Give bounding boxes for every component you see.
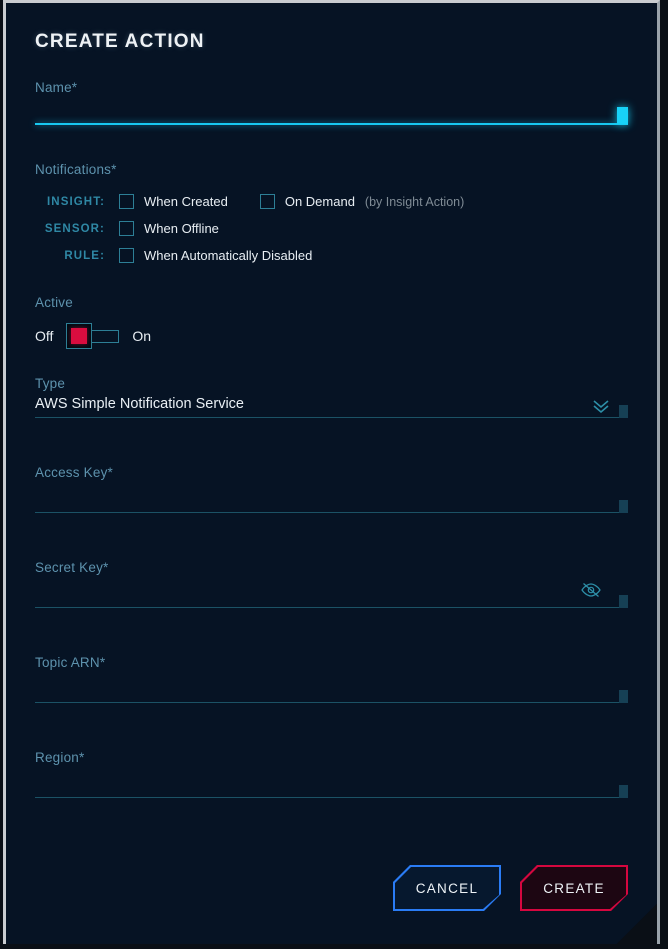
cancel-button-label: CANCEL: [415, 880, 479, 896]
field-type: Type AWS Simple Notification Service: [35, 376, 628, 418]
toggle-off-label: Off: [35, 328, 54, 344]
field-topic-arn: Topic ARN*: [35, 655, 628, 703]
checkbox-when-created[interactable]: [119, 194, 134, 209]
notifications-group: Notifications* INSIGHT: When Created On …: [35, 162, 628, 269]
notification-row-sensor: SENSOR: When Offline: [35, 215, 628, 242]
secret-key-input[interactable]: [35, 575, 628, 607]
checkbox-when-automatically-disabled[interactable]: [119, 248, 134, 263]
region-underline: [35, 797, 628, 798]
create-action-dialog: CREATE ACTION Name* Notifications* INSIG…: [3, 0, 660, 944]
name-input[interactable]: [35, 95, 628, 123]
type-resize-handle[interactable]: [619, 405, 628, 418]
toggle-on-label: On: [132, 328, 152, 344]
field-topic-arn-label: Topic ARN*: [35, 655, 106, 670]
topic-arn-resize-handle[interactable]: [619, 690, 628, 703]
field-secret-key: Secret Key*: [35, 560, 628, 608]
field-name-label: Name*: [35, 80, 78, 95]
access-key-underline: [35, 512, 628, 513]
name-resize-handle[interactable]: [617, 107, 628, 124]
name-underline: [35, 123, 628, 125]
field-name: Name*: [35, 80, 628, 125]
checkbox-when-offline[interactable]: [119, 221, 134, 236]
checkbox-group-on-demand[interactable]: On Demand (by Insight Action): [259, 194, 465, 209]
active-toggle-row: Off On: [35, 321, 628, 351]
checkbox-group-when-offline[interactable]: When Offline: [119, 221, 219, 236]
notification-category-sensor: SENSOR:: [44, 222, 105, 235]
secret-key-underline: [35, 607, 628, 608]
region-resize-handle[interactable]: [619, 785, 628, 798]
topic-arn-input[interactable]: [35, 670, 628, 702]
topic-arn-underline: [35, 702, 628, 703]
cancel-button[interactable]: CANCEL: [393, 865, 501, 911]
field-secret-key-label: Secret Key*: [35, 560, 109, 575]
field-region: Region*: [35, 750, 628, 798]
field-access-key-label: Access Key*: [35, 465, 113, 480]
checkbox-on-demand-note: (by Insight Action): [364, 194, 465, 209]
notification-category-rule: RULE:: [64, 249, 105, 262]
checkbox-when-created-label: When Created: [144, 194, 228, 209]
notifications-label: Notifications*: [35, 162, 117, 177]
create-button-label: CREATE: [543, 880, 605, 896]
type-select-value[interactable]: AWS Simple Notification Service: [35, 391, 628, 417]
checkbox-when-offline-label: When Offline: [144, 221, 219, 236]
checkbox-group-when-automatically-disabled[interactable]: When Automatically Disabled: [119, 248, 312, 263]
field-access-key: Access Key*: [35, 465, 628, 513]
secret-key-resize-handle[interactable]: [619, 595, 628, 608]
access-key-input[interactable]: [35, 480, 628, 512]
active-group: Active Off On: [35, 295, 628, 351]
dialog-actions: CANCEL CREATE: [35, 865, 628, 911]
active-label: Active: [35, 295, 73, 310]
checkbox-on-demand[interactable]: [259, 194, 275, 209]
field-region-label: Region*: [35, 750, 85, 765]
notification-row-rule: RULE: When Automatically Disabled: [35, 242, 628, 269]
create-button[interactable]: CREATE: [520, 865, 628, 911]
type-underline: [35, 417, 628, 418]
page-title: CREATE ACTION: [35, 31, 205, 52]
toggle-track: [88, 330, 120, 343]
access-key-resize-handle[interactable]: [619, 500, 628, 513]
notification-row-insight: INSIGHT: When Created On Demand (by Insi…: [35, 188, 628, 215]
notification-category-insight: INSIGHT:: [47, 195, 105, 208]
region-input[interactable]: [35, 765, 628, 797]
toggle-knob[interactable]: [66, 323, 93, 349]
screen: CREATE ACTION Name* Notifications* INSIG…: [0, 0, 668, 949]
field-type-label: Type: [35, 376, 66, 391]
checkbox-group-when-created[interactable]: When Created: [119, 194, 228, 209]
active-toggle[interactable]: [66, 323, 120, 349]
checkbox-on-demand-label: On Demand: [284, 194, 355, 209]
eye-off-icon[interactable]: [580, 582, 602, 598]
checkbox-when-automatically-disabled-label: When Automatically Disabled: [144, 248, 313, 263]
